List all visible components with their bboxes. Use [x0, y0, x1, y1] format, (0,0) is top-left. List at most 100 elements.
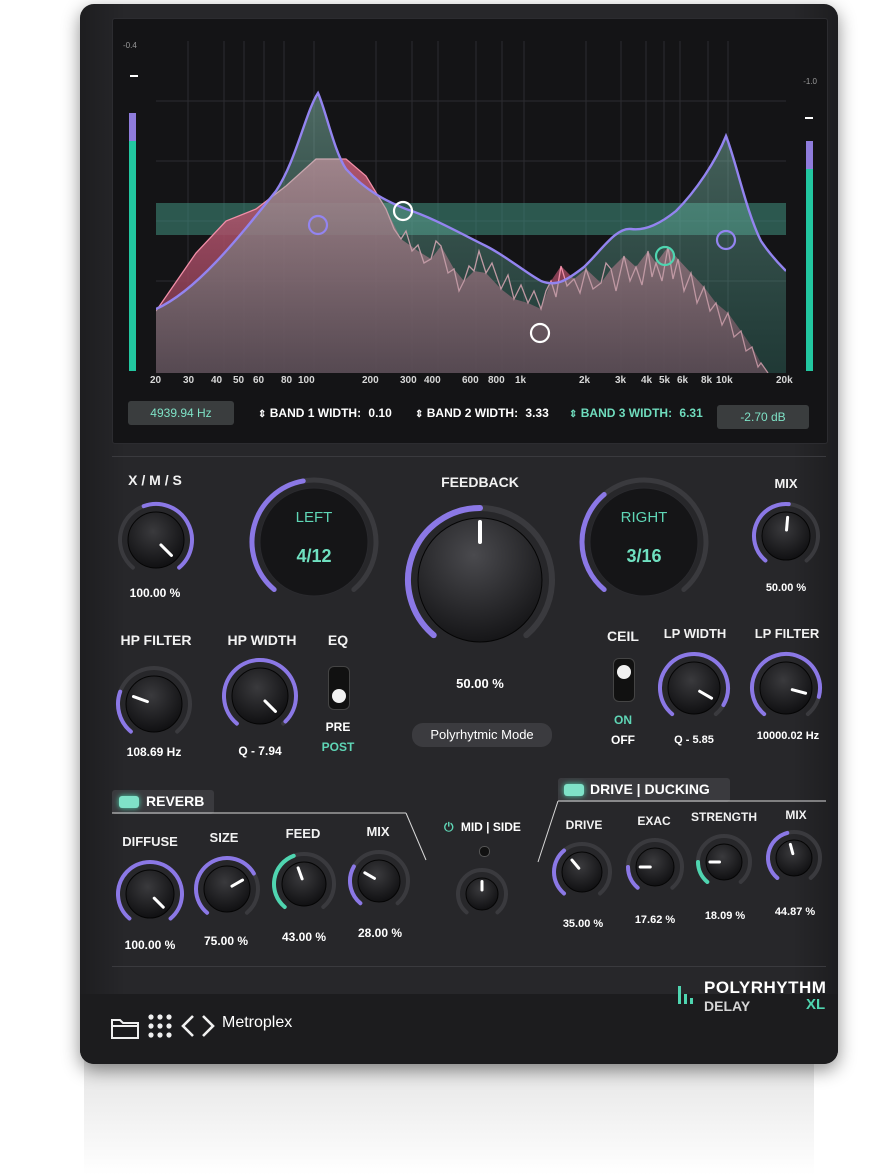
freq-tick-label: 50	[233, 375, 245, 386]
eq-post-label[interactable]: POST	[314, 740, 362, 754]
knob-body	[203, 865, 251, 913]
mix-label: MIX	[774, 476, 798, 491]
freq-tick-label: 300	[400, 375, 417, 386]
reverb-title: REVERB	[146, 793, 205, 809]
drive-label: DRIVE	[565, 818, 603, 832]
frequency-readout[interactable]: 4939.94 Hz	[128, 401, 234, 425]
freq-tick-label: 600	[462, 375, 479, 386]
feedback-knob[interactable]	[402, 502, 558, 658]
chevron-left-icon[interactable]	[180, 1014, 196, 1038]
freq-tick-label: 6k	[677, 375, 689, 386]
reverb-mix-knob[interactable]	[346, 848, 412, 914]
eq-toggle-thumb	[332, 689, 346, 703]
right-time-ring[interactable]	[576, 474, 712, 610]
brand-line1: POLYRHYTHM	[704, 978, 827, 997]
xms-label: X / M / S	[128, 472, 182, 488]
drive-mix-knob[interactable]	[764, 828, 824, 888]
drive-knob[interactable]	[550, 840, 614, 904]
gain-readout[interactable]: -2.70 dB	[717, 405, 809, 429]
hp-filter-knob[interactable]	[114, 664, 194, 744]
band-1-width[interactable]: ⇕ BAND 1 WIDTH: 0.10	[258, 406, 392, 420]
freq-tick-label: 800	[488, 375, 505, 386]
mix-knob[interactable]	[750, 500, 822, 572]
lp-filter-value: 10000.02 Hz	[756, 730, 820, 742]
plugin-window: -0.4 -1.0 20 30 40 50 60 80 100 200 300 …	[80, 4, 838, 1064]
folder-icon[interactable]	[110, 1014, 140, 1040]
knob-body	[127, 511, 185, 569]
xms-value: 100.00 %	[129, 586, 181, 600]
freq-tick-label: 1k	[515, 375, 527, 386]
midside-header[interactable]: ⏻ MID | SIDE	[444, 820, 521, 835]
hp-width-knob[interactable]	[220, 656, 300, 736]
freq-tick-label: 60	[253, 375, 265, 386]
lp-width-label: LP WIDTH	[663, 626, 727, 641]
updown-icon: ⇕	[415, 409, 424, 420]
freq-tick-label: 30	[183, 375, 195, 386]
left-label: LEFT	[295, 509, 333, 526]
reflection	[84, 1060, 814, 1175]
brand-logo-icon	[678, 986, 693, 1004]
eq-display[interactable]: -0.4 -1.0 20 30 40 50 60 80 100 200 300 …	[112, 18, 828, 444]
divider	[112, 456, 826, 457]
lp-width-value: Q - 5.85	[674, 734, 714, 746]
polyrhythmic-mode-button[interactable]: Polyrhytmic Mode	[412, 723, 552, 747]
feedback-label: FEEDBACK	[441, 474, 519, 490]
spectrum-graph[interactable]	[156, 41, 786, 373]
reverb-led-icon	[119, 796, 139, 808]
strength-knob[interactable]	[694, 832, 754, 892]
right-value[interactable]: 3/16	[576, 546, 712, 567]
freq-tick-label: 80	[281, 375, 293, 386]
chevron-right-icon[interactable]	[200, 1014, 216, 1038]
knob-pointer	[785, 515, 790, 532]
feedback-value: 50.00 %	[456, 676, 504, 691]
freq-tick-label: 8k	[701, 375, 713, 386]
meter-left-peak	[130, 75, 138, 77]
meter-left-cap	[129, 113, 136, 141]
feed-value: 43.00 %	[281, 930, 327, 944]
freq-tick-label: 400	[424, 375, 441, 386]
diffuse-knob[interactable]	[114, 858, 186, 930]
ring-body	[589, 487, 699, 597]
updown-icon: ⇕	[258, 409, 267, 420]
knob-body	[125, 869, 175, 919]
freq-tick-label: 100	[298, 375, 315, 386]
feed-knob[interactable]	[270, 850, 338, 918]
hp-filter-value: 108.69 Hz	[126, 745, 182, 759]
left-value[interactable]: 4/12	[246, 546, 382, 567]
lp-width-knob[interactable]	[656, 650, 732, 726]
xms-knob[interactable]	[116, 500, 196, 580]
freq-tick-label: 5k	[659, 375, 671, 386]
eq-pre-label[interactable]: PRE	[318, 720, 358, 734]
left-time-ring[interactable]	[246, 474, 382, 610]
reverb-mix-label: MIX	[366, 824, 390, 839]
band-2-width-value: 3.33	[525, 406, 549, 420]
band-2-width[interactable]: ⇕ BAND 2 WIDTH: 3.33	[415, 406, 549, 420]
knob-body	[357, 859, 401, 903]
diffuse-label: DIFFUSE	[122, 834, 178, 849]
freq-tick-label: 20	[150, 375, 162, 386]
size-knob[interactable]	[192, 854, 262, 924]
exac-knob[interactable]	[624, 836, 686, 898]
ceil-toggle[interactable]	[613, 658, 635, 702]
midside-knob[interactable]	[454, 866, 510, 922]
lp-filter-knob[interactable]	[748, 650, 824, 726]
knob-body	[759, 661, 813, 715]
freq-tick-label: 3k	[615, 375, 627, 386]
freq-tick-label: 4k	[641, 375, 653, 386]
diffuse-value: 100.00 %	[124, 938, 176, 952]
ceil-off-label[interactable]: OFF	[604, 733, 642, 747]
preset-name[interactable]: Metroplex	[222, 1014, 292, 1032]
drive-led-icon	[564, 784, 584, 796]
grid-icon[interactable]	[146, 1012, 174, 1040]
band-2-width-label: BAND 2 WIDTH:	[426, 406, 519, 420]
midside-label: MID | SIDE	[460, 820, 521, 834]
drive-ducking-title: DRIVE | DUCKING	[590, 781, 710, 797]
meter-right-peak	[805, 117, 813, 119]
feed-label: FEED	[285, 826, 321, 841]
band-3-width[interactable]: ⇕ BAND 3 WIDTH: 6.31	[569, 406, 703, 420]
ceil-on-label[interactable]: ON	[606, 713, 640, 727]
freq-tick-label: 40	[211, 375, 223, 386]
eq-toggle[interactable]	[328, 666, 350, 710]
hp-width-label: HP WIDTH	[227, 632, 297, 648]
updown-icon: ⇕	[569, 409, 578, 420]
